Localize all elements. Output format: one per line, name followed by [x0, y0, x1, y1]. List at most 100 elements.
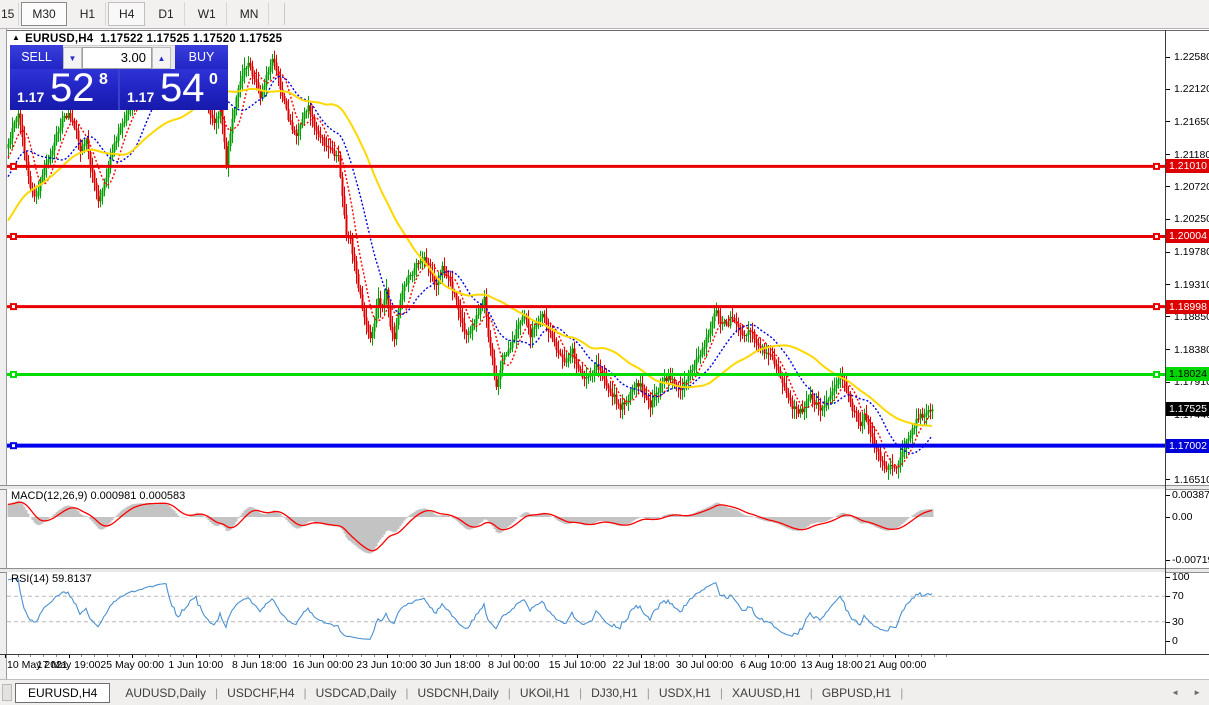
tab-usdxh1[interactable]: USDX,H1 — [650, 684, 720, 702]
time-axis-minor-tick — [43, 655, 44, 657]
sell-price-button[interactable]: 1.17 52 8 — [10, 69, 120, 110]
tab-ukoilh1[interactable]: UKOil,H1 — [511, 684, 579, 702]
rsi-axis-tick — [1166, 596, 1170, 597]
time-axis-label: 6 Aug 10:00 — [740, 659, 796, 671]
ma-line-22 — [8, 74, 932, 453]
timeframe-button-m30[interactable]: M30 — [21, 2, 66, 26]
price-axis-label: 1.19310 — [1174, 278, 1209, 292]
hline-1.18998[interactable] — [7, 303, 1165, 310]
timeframe-button-m15-partial[interactable]: 15 — [0, 2, 19, 26]
timeframe-button-w1[interactable]: W1 — [187, 2, 227, 26]
price-axis-tick — [1166, 252, 1170, 253]
hline-1.21010[interactable] — [7, 163, 1165, 170]
time-axis-minor-tick — [298, 655, 299, 657]
time-axis-minor-tick — [361, 655, 362, 657]
tab-usdcaddaily[interactable]: USDCAD,Daily — [307, 684, 406, 702]
current-price-badge: 1.17525 — [1166, 402, 1209, 416]
buy-price-button[interactable]: 1.17 54 0 — [120, 69, 228, 110]
time-axis-minor-tick — [717, 655, 718, 657]
time-axis-label: 16 Jun 00:00 — [293, 659, 354, 671]
macd-axis-tick — [1166, 517, 1170, 518]
price-axis-label: 1.20250 — [1174, 212, 1209, 226]
time-axis-label: 21 Aug 00:00 — [864, 659, 926, 671]
hline-1.20004[interactable] — [7, 233, 1165, 240]
price-axis-label: 1.21650 — [1174, 115, 1209, 129]
macd-histogram — [9, 501, 933, 554]
rsi-axis-label: 30 — [1172, 615, 1184, 629]
macd-label: MACD(12,26,9) 0.000981 0.000583 — [11, 490, 185, 502]
price-axis-tick — [1166, 219, 1170, 220]
price-axis-tick — [1166, 154, 1170, 155]
macd-axis-label: 0.003873 — [1172, 488, 1209, 502]
rsi-axis-label: 70 — [1172, 589, 1184, 603]
chart-tab-bar: EURUSD,H4AUDUSD,Daily|USDCHF,H4|USDCAD,D… — [0, 680, 1209, 705]
time-axis-minor-tick — [107, 655, 108, 657]
timeframe-button-d1[interactable]: D1 — [147, 2, 184, 26]
time-axis-tick — [832, 655, 833, 658]
rsi-pane[interactable] — [7, 572, 1165, 654]
tab-xauusdh1[interactable]: XAUUSD,H1 — [723, 684, 810, 702]
hline-1.17002[interactable] — [7, 442, 1165, 449]
timeframe-button-h4[interactable]: H4 — [108, 2, 145, 26]
time-axis-minor-tick — [425, 655, 426, 657]
tab-usdcnhdaily[interactable]: USDCNH,Daily — [408, 684, 507, 702]
time-axis-tick — [196, 655, 197, 658]
tab-scroll-right-icon[interactable]: ► — [1193, 688, 1201, 697]
time-axis-label: 13 Aug 18:00 — [801, 659, 863, 671]
time-axis-tick — [323, 655, 324, 658]
tab-dj30h1[interactable]: DJ30,H1 — [582, 684, 647, 702]
time-axis-minor-tick — [539, 655, 540, 657]
time-axis-minor-tick — [501, 655, 502, 657]
tab-scroll-left-icon[interactable]: ◄ — [1171, 688, 1179, 697]
tab-audusddaily[interactable]: AUDUSD,Daily — [116, 684, 215, 702]
tab-gbpusdh1[interactable]: GBPUSD,H1 — [813, 684, 900, 702]
price-axis-tick — [1166, 479, 1170, 480]
rsi-canvas[interactable] — [7, 572, 1165, 654]
one-click-trading-panel: SELL ▼ ▲ BUY 1.17 52 8 1.17 54 0 — [10, 45, 228, 110]
time-axis-tick — [768, 655, 769, 658]
time-axis-minor-tick — [870, 655, 871, 657]
candles-group — [8, 47, 934, 480]
time-axis-tick — [5, 655, 6, 658]
sell-price-prefix: 1.17 — [17, 89, 44, 105]
time-axis-label: 15 Jul 10:00 — [549, 659, 606, 671]
time-axis-minor-tick — [755, 655, 756, 657]
macd-axis-tick — [1166, 560, 1170, 561]
price-badge-1.17002: 1.17002 — [1166, 439, 1209, 453]
window-left-edge — [0, 29, 7, 679]
time-axis-minor-tick — [221, 655, 222, 657]
price-badge-1.18998: 1.18998 — [1166, 300, 1209, 314]
collapse-triangle-icon[interactable]: ▲ — [12, 33, 20, 42]
tab-eurusdh4[interactable]: EURUSD,H4 — [15, 683, 110, 703]
time-axis-minor-tick — [463, 655, 464, 657]
time-axis-label: 30 Jun 18:00 — [420, 659, 481, 671]
time-axis-minor-tick — [412, 655, 413, 657]
time-axis-minor-tick — [488, 655, 489, 657]
time-axis-minor-tick — [857, 655, 858, 657]
time-axis-minor-tick — [94, 655, 95, 657]
price-axis-label: 1.16510 — [1174, 473, 1209, 487]
tab-bar-grip — [2, 684, 12, 701]
time-axis-minor-tick — [272, 655, 273, 657]
time-axis-tick — [641, 655, 642, 658]
rsi-axis-tick — [1166, 641, 1170, 642]
timeframe-button-h1[interactable]: H1 — [69, 2, 106, 26]
time-axis-label: 30 Jul 00:00 — [676, 659, 733, 671]
time-axis-minor-tick — [921, 655, 922, 657]
timeframe-button-mn[interactable]: MN — [229, 2, 270, 26]
time-axis-minor-tick — [883, 655, 884, 657]
time-axis-tick — [577, 655, 578, 658]
time-axis-tick — [705, 655, 706, 658]
time-axis-minor-tick — [374, 655, 375, 657]
time-axis-minor-tick — [348, 655, 349, 657]
time-axis-minor-tick — [654, 655, 655, 657]
time-axis-minor-tick — [845, 655, 846, 657]
time-axis-tick — [895, 655, 896, 658]
time-axis-label: 8 Jul 00:00 — [488, 659, 539, 671]
time-axis-minor-tick — [934, 655, 935, 657]
price-axis-tick — [1166, 349, 1170, 350]
tab-usdchfh4[interactable]: USDCHF,H4 — [218, 684, 303, 702]
time-axis-tick — [259, 655, 260, 658]
time-axis-minor-tick — [552, 655, 553, 657]
time-axis-minor-tick — [476, 655, 477, 657]
